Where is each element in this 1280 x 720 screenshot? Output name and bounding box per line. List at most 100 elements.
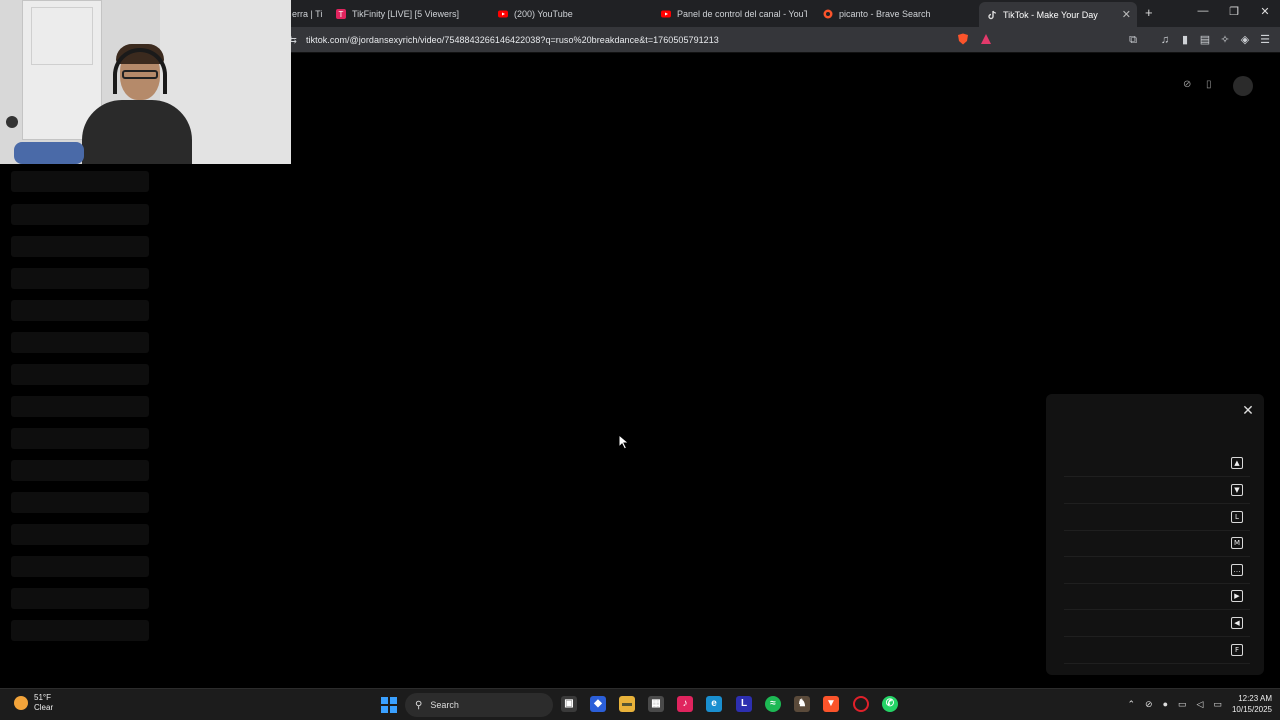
l-app-icon[interactable]: L xyxy=(736,696,752,712)
skeleton-row xyxy=(11,620,149,641)
arrow-left-key-icon: ◀ xyxy=(1231,617,1243,629)
shortcut-row: M xyxy=(1064,530,1250,557)
opera-icon[interactable] xyxy=(853,696,869,712)
network-icon[interactable]: ▭ xyxy=(1178,699,1187,710)
shortcut-row: … xyxy=(1064,557,1250,584)
coins-icon[interactable]: ⊘ xyxy=(1183,79,1191,90)
windows-start-icon[interactable] xyxy=(381,697,397,713)
glasses-icon xyxy=(122,70,158,79)
mic-off-icon[interactable]: ⊘ xyxy=(1145,699,1153,710)
tiktok-app-icon[interactable]: ♪ xyxy=(677,696,693,712)
captions-key-icon: … xyxy=(1231,564,1243,576)
sidebar-icon[interactable]: ▮ xyxy=(1178,33,1192,47)
l-key-icon: L xyxy=(1231,511,1243,523)
tikfinity-icon: T xyxy=(336,8,346,19)
skeleton-row xyxy=(11,171,149,192)
close-icon[interactable]: ✕ xyxy=(1240,402,1256,419)
device-icon[interactable]: ▯ xyxy=(1206,79,1212,90)
f-key-icon: F xyxy=(1231,644,1243,656)
windows-taskbar: 51°F Clear ⚲ Search ▣ ◆ ▬ ▦ ♪ e L ≈ ♞ ▼ … xyxy=(0,688,1280,720)
wallet-icon[interactable]: ▤ xyxy=(1198,33,1212,47)
skeleton-row xyxy=(11,492,149,513)
tab-label: erra | Ti xyxy=(292,8,322,19)
leo-ai-icon[interactable]: ✧ xyxy=(1218,33,1232,47)
chevron-up-icon[interactable]: ⌃ xyxy=(1127,699,1135,710)
webcam-overlay xyxy=(0,0,291,164)
screenshot-icon[interactable]: ⧉ xyxy=(1126,33,1140,47)
skeleton-row xyxy=(11,588,149,609)
weather-widget[interactable]: 51°F Clear xyxy=(14,693,53,713)
spotify-icon[interactable]: ≈ xyxy=(765,696,781,712)
weather-sun-icon xyxy=(14,696,28,710)
clock-time: 12:23 AM xyxy=(1238,694,1272,703)
avatar[interactable] xyxy=(1233,76,1253,96)
tab-label: TikTok - Make Your Day xyxy=(1003,9,1098,20)
m-key-icon: M xyxy=(1231,537,1243,549)
tab-0[interactable]: erra | Ti xyxy=(292,4,322,23)
mouse-cursor-icon xyxy=(618,434,630,450)
tab-label: Panel de control del canal - YouTube xyxy=(677,8,807,19)
skeleton-row xyxy=(11,204,149,225)
tab-tiktok[interactable]: TikTok - Make Your Day ✕ xyxy=(979,2,1137,27)
skeleton-row xyxy=(11,268,149,289)
tab-label: TikFinity [LIVE] [5 Viewers] xyxy=(352,8,460,19)
vpn-icon[interactable]: ◈ xyxy=(1238,33,1252,47)
shortcut-row: F xyxy=(1064,637,1250,664)
tab-tikfinity[interactable]: T TikFinity [LIVE] [5 Viewers] xyxy=(336,4,486,23)
search-icon: ⚲ xyxy=(415,699,423,711)
shortcut-row: ▶ xyxy=(1064,583,1250,610)
brave-shields-icon[interactable] xyxy=(956,33,970,47)
folder-icon[interactable]: ▬ xyxy=(619,696,635,712)
tab-youtube-studio[interactable]: Panel de control del canal - YouTube xyxy=(661,4,807,23)
game-icon[interactable]: ♞ xyxy=(794,696,810,712)
arrow-right-key-icon: ▶ xyxy=(1231,590,1243,602)
arrow-up-key-icon: ▲ xyxy=(1231,457,1243,469)
search-label: Search xyxy=(430,700,459,710)
tab-label: (200) YouTube xyxy=(514,8,573,19)
volume-muted-icon[interactable]: ◁ xyxy=(1197,699,1204,710)
menu-icon[interactable]: ☰ xyxy=(1258,33,1272,47)
tab-brave-search[interactable]: picanto - Brave Search xyxy=(823,4,973,23)
skeleton-row xyxy=(11,428,149,449)
minimize-icon[interactable]: — xyxy=(1195,5,1211,17)
brave-rewards-icon[interactable] xyxy=(979,33,993,47)
weather-temp: 51°F xyxy=(34,693,51,702)
skeleton-row xyxy=(11,300,149,321)
arrow-down-key-icon: ▼ xyxy=(1231,484,1243,496)
webcam-blanket xyxy=(14,142,84,164)
keyboard-shortcuts-panel: ✕ ▲ ▼ L M … ▶ ◀ F xyxy=(1046,394,1264,675)
shortcut-row: ▲ xyxy=(1064,450,1250,477)
shortcut-row: L xyxy=(1064,504,1250,531)
system-tray: ⌃ ⊘ ● ▭ ◁ ▭ 12:23 AM 10/15/2025 xyxy=(1127,693,1272,715)
store-icon[interactable]: ▦ xyxy=(648,696,664,712)
shortcut-row: ◀ xyxy=(1064,610,1250,637)
youtube-icon xyxy=(498,9,508,19)
microphone-icon[interactable]: ● xyxy=(1163,699,1168,709)
close-tab-icon[interactable]: ✕ xyxy=(1122,8,1131,21)
brave-icon[interactable]: ▼ xyxy=(823,696,839,712)
media-icon[interactable]: ♫ xyxy=(1158,33,1172,47)
window-close-icon[interactable]: ✕ xyxy=(1257,5,1273,18)
skeleton-row xyxy=(11,236,149,257)
restore-icon[interactable]: ❐ xyxy=(1226,5,1242,18)
taskbar-search[interactable]: ⚲ Search xyxy=(405,693,553,717)
skeleton-row xyxy=(11,556,149,577)
svg-text:T: T xyxy=(339,10,344,19)
url-field[interactable]: tiktok.com/@jordansexyrich/video/7548843… xyxy=(306,35,719,45)
webcam-person-body xyxy=(82,100,192,164)
copilot-icon[interactable]: ◆ xyxy=(590,696,606,712)
new-tab-button[interactable]: + xyxy=(1145,5,1153,20)
whatsapp-icon[interactable]: ✆ xyxy=(882,696,898,712)
shortcut-row: ▼ xyxy=(1064,477,1250,504)
clock[interactable]: 12:23 AM 10/15/2025 xyxy=(1232,693,1272,715)
task-view-icon[interactable]: ▣ xyxy=(561,696,577,712)
battery-icon[interactable]: ▭ xyxy=(1213,699,1222,710)
clock-date: 10/15/2025 xyxy=(1231,705,1272,714)
edge-icon[interactable]: e xyxy=(706,696,722,712)
tab-youtube[interactable]: (200) YouTube xyxy=(498,4,648,23)
weather-desc: Clear xyxy=(34,703,54,712)
skeleton-row xyxy=(11,396,149,417)
tiktok-header-actions: ⊘ ▯ xyxy=(1178,76,1258,96)
skeleton-row xyxy=(11,524,149,545)
webcam-knob xyxy=(6,116,18,128)
